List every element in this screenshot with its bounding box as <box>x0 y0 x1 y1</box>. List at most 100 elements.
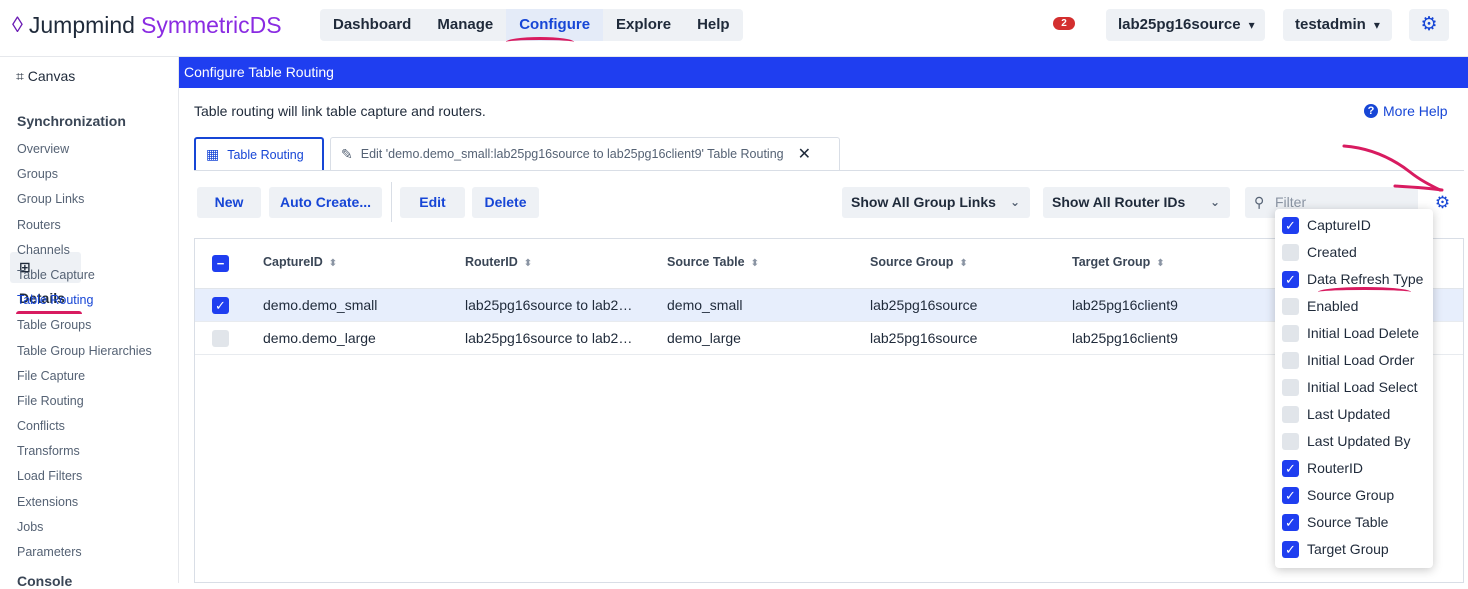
search-icon: ⚲ <box>1254 194 1265 210</box>
column-option-source-group[interactable]: ✓ Source Group <box>1282 484 1394 506</box>
logo[interactable]: ◊ Jumpmind SymmetricDS <box>12 10 282 40</box>
sidebar-item-table-capture[interactable]: Table Capture <box>17 267 152 292</box>
sidebar-item-groups[interactable]: Groups <box>17 166 152 191</box>
edit-button[interactable]: Edit <box>400 187 465 218</box>
tab-canvas[interactable]: ⌗ Canvas <box>10 65 81 87</box>
group-links-select[interactable]: Show All Group Links ⌄ <box>842 187 1030 218</box>
cell-target-group: lab25pg16client9 <box>1072 297 1178 313</box>
table-row[interactable]: demo.demo_large lab25pg16source to lab25… <box>195 322 1463 355</box>
content-tabs: ▦ Table Routing ✎ Edit 'demo.demo_small:… <box>194 137 840 170</box>
column-option-checkbox[interactable] <box>1282 405 1299 423</box>
sidebar-item-file-capture[interactable]: File Capture <box>17 368 152 393</box>
chevron-down-icon: ▾ <box>1248 18 1255 32</box>
tab-edit-table-routing[interactable]: ✎ Edit 'demo.demo_small:lab25pg16source … <box>330 137 840 170</box>
nav-configure[interactable]: Configure <box>506 9 604 41</box>
help-circle-icon: ? <box>1364 104 1378 118</box>
chevron-down-icon: ⌄ <box>1209 195 1220 209</box>
column-option-checkbox[interactable]: ✓ <box>1282 270 1299 288</box>
auto-create-button[interactable]: Auto Create... <box>269 187 382 218</box>
column-header-label: RouterID <box>465 255 518 269</box>
node-selector-dropdown[interactable]: lab25pg16source ▾ <box>1106 9 1265 41</box>
column-option-label: Data Refresh Type <box>1307 271 1424 287</box>
node-selector-label: lab25pg16source <box>1118 16 1241 33</box>
column-option-checkbox[interactable]: ✓ <box>1282 459 1299 477</box>
column-option-last-updated[interactable]: Last Updated <box>1282 403 1390 425</box>
sidebar-item-load-filters[interactable]: Load Filters <box>17 468 152 493</box>
column-option-initial-load-order[interactable]: Initial Load Order <box>1282 349 1414 371</box>
column-option-captureid[interactable]: ✓ CaptureID <box>1282 214 1371 236</box>
column-option-last-updated-by[interactable]: Last Updated By <box>1282 430 1411 452</box>
column-option-label: Last Updated By <box>1307 433 1411 449</box>
sidebar-item-extensions[interactable]: Extensions <box>17 494 152 519</box>
sidebar-item-file-routing[interactable]: File Routing <box>17 393 152 418</box>
column-option-routerid[interactable]: ✓ RouterID <box>1282 457 1363 479</box>
column-option-label: Enabled <box>1307 298 1359 314</box>
sidebar-item-table-group-hierarchies[interactable]: Table Group Hierarchies <box>17 343 152 368</box>
sidebar-item-overview[interactable]: Overview <box>17 141 152 166</box>
row-checkbox[interactable] <box>212 330 229 347</box>
sidebar-menu: Overview Groups Group Links Routers Chan… <box>17 141 152 569</box>
chevron-down-icon: ⌄ <box>1009 195 1020 209</box>
column-option-initial-load-delete[interactable]: Initial Load Delete <box>1282 322 1419 344</box>
column-option-checkbox[interactable] <box>1282 324 1299 342</box>
column-option-target-group[interactable]: ✓ Target Group <box>1282 538 1389 560</box>
sidebar-item-jobs[interactable]: Jobs <box>17 519 152 544</box>
column-option-checkbox[interactable] <box>1282 243 1299 261</box>
settings-button[interactable]: ⚙ <box>1409 9 1449 41</box>
more-help-link[interactable]: ? More Help <box>1364 103 1448 119</box>
top-bar: ◊ Jumpmind SymmetricDS Dashboard Manage … <box>0 0 1468 57</box>
user-menu-dropdown[interactable]: testadmin ▾ <box>1283 9 1392 41</box>
tab-edit-label: Edit 'demo.demo_small:lab25pg16source to… <box>360 147 784 161</box>
column-option-checkbox[interactable]: ✓ <box>1282 486 1299 504</box>
column-option-label: Source Group <box>1307 487 1395 503</box>
column-option-initial-load-select[interactable]: Initial Load Select <box>1282 376 1418 398</box>
column-option-checkbox[interactable] <box>1282 297 1299 315</box>
sort-icon: ⬍ <box>1156 258 1165 269</box>
sidebar-item-channels[interactable]: Channels <box>17 242 152 267</box>
delete-button[interactable]: Delete <box>472 187 539 218</box>
close-icon[interactable]: ✕ <box>798 144 811 164</box>
tab-table-routing[interactable]: ▦ Table Routing <box>194 137 324 170</box>
select-all-checkbox[interactable]: − <box>212 255 229 272</box>
column-option-checkbox[interactable] <box>1282 432 1299 450</box>
column-option-label: Initial Load Select <box>1307 379 1418 395</box>
router-ids-select[interactable]: Show All Router IDs ⌄ <box>1043 187 1230 218</box>
new-button[interactable]: New <box>197 187 261 218</box>
column-option-checkbox[interactable]: ✓ <box>1282 513 1299 531</box>
column-header-label: Source Table <box>667 255 745 269</box>
column-option-source-table[interactable]: ✓ Source Table <box>1282 511 1388 533</box>
column-header-routerid[interactable]: RouterID ⬍ <box>465 255 532 269</box>
column-option-checkbox[interactable] <box>1282 351 1299 369</box>
nav-manage[interactable]: Manage <box>424 9 506 41</box>
column-option-checkbox[interactable]: ✓ <box>1282 540 1299 558</box>
cell-source-table: demo_large <box>667 330 741 346</box>
column-option-created[interactable]: Created <box>1282 241 1357 263</box>
table-grid-icon: ▦ <box>206 146 220 162</box>
logo-text-jumpmind: Jumpmind <box>28 11 135 38</box>
column-header-target-group[interactable]: Target Group ⬍ <box>1072 255 1165 269</box>
sidebar-item-routers[interactable]: Routers <box>17 217 152 242</box>
sidebar-item-parameters[interactable]: Parameters <box>17 544 152 569</box>
nav-dashboard[interactable]: Dashboard <box>320 9 424 41</box>
column-header-captureid[interactable]: CaptureID ⬍ <box>263 255 337 269</box>
column-header-source-table[interactable]: Source Table ⬍ <box>667 255 759 269</box>
column-option-label: Initial Load Delete <box>1307 325 1420 341</box>
column-option-checkbox[interactable] <box>1282 378 1299 396</box>
column-header-label: Source Group <box>870 255 954 269</box>
sort-icon: ⬍ <box>328 258 338 269</box>
column-option-checkbox[interactable]: ✓ <box>1282 216 1299 234</box>
notification-badge[interactable]: 2 <box>1053 17 1075 30</box>
nav-explore[interactable]: Explore <box>603 9 684 41</box>
column-option-enabled[interactable]: Enabled <box>1282 295 1358 317</box>
row-checkbox[interactable]: ✓ <box>212 297 229 314</box>
sidebar-item-transforms[interactable]: Transforms <box>17 443 152 468</box>
nav-help[interactable]: Help <box>684 9 743 41</box>
sidebar-item-table-groups[interactable]: Table Groups <box>17 317 152 342</box>
more-help-label: More Help <box>1383 103 1448 119</box>
tab-canvas-label: Canvas <box>27 68 76 84</box>
toolbar-divider <box>391 182 392 222</box>
sidebar-item-group-links[interactable]: Group Links <box>17 191 152 216</box>
sidebar-item-conflicts[interactable]: Conflicts <box>17 418 152 443</box>
table-row[interactable]: ✓ demo.demo_small lab25pg16source to lab… <box>195 289 1463 322</box>
column-header-source-group[interactable]: Source Group ⬍ <box>870 255 968 269</box>
